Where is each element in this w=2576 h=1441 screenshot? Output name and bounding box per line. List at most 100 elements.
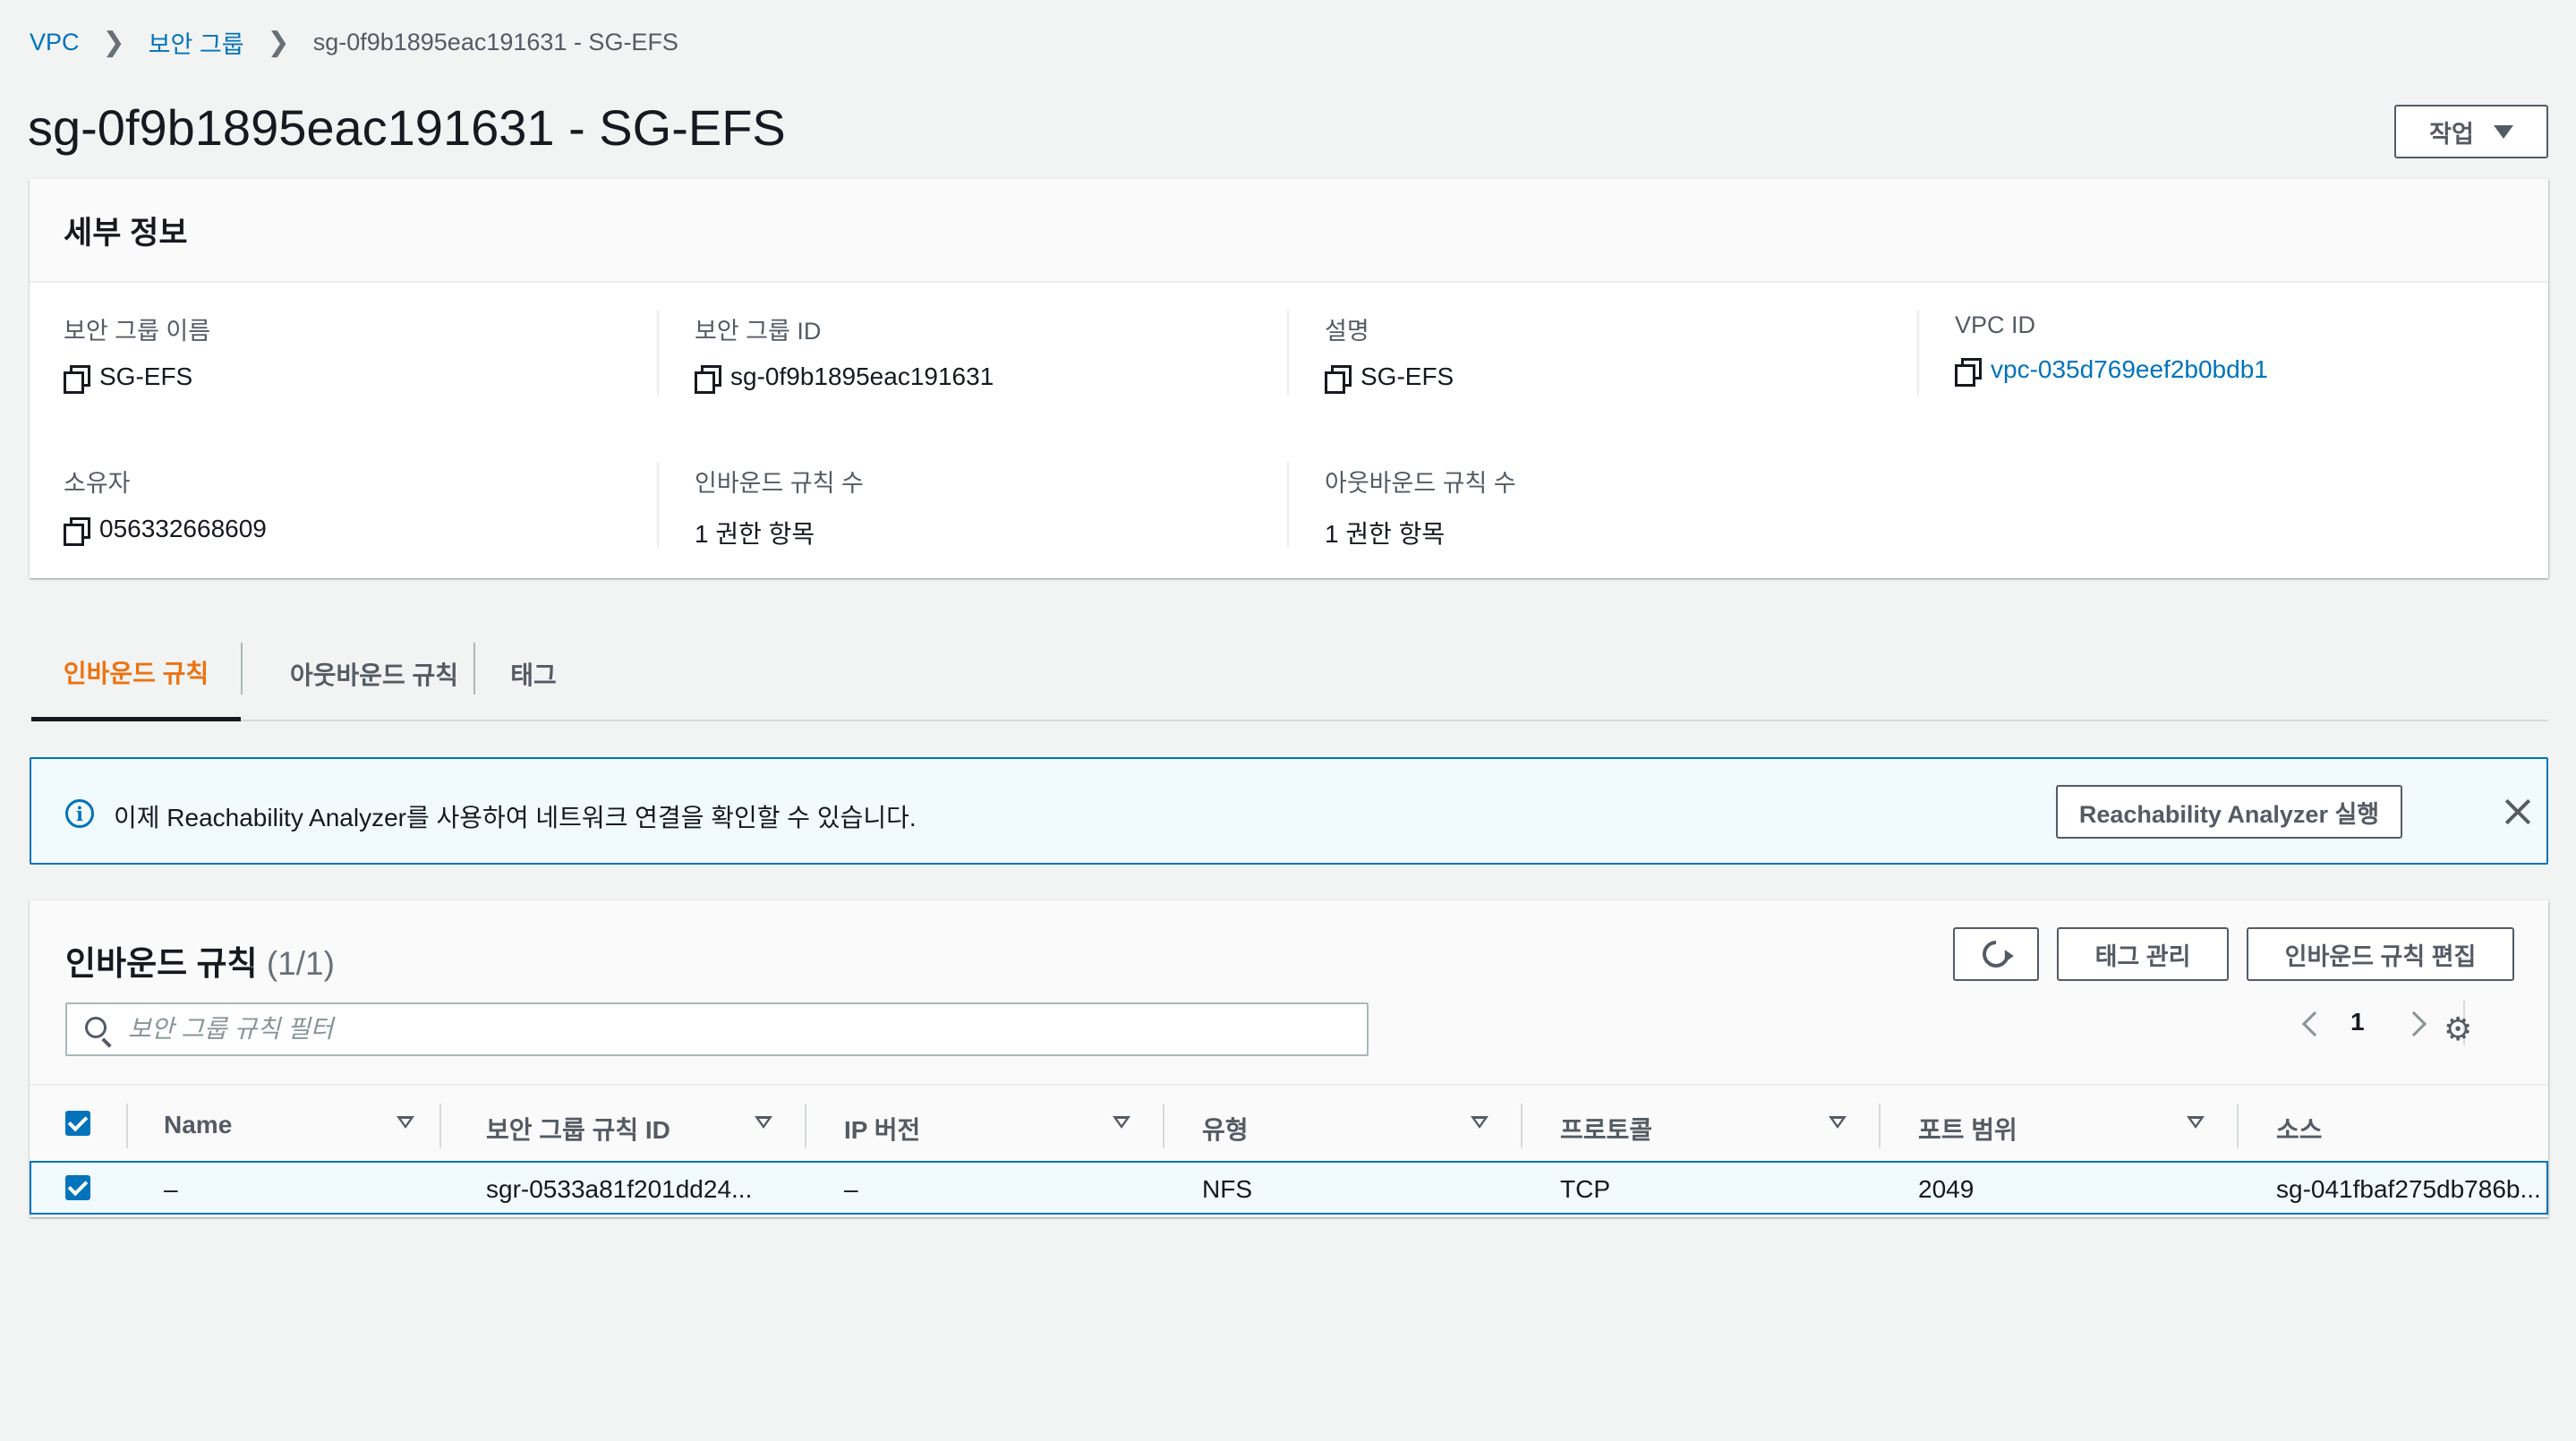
tabs: 인바운드 규칙 아웃바운드 규칙 태그: [31, 627, 2548, 721]
tab-inbound-rules[interactable]: 인바운드 규칙: [31, 627, 241, 721]
column-divider: [1163, 1104, 1164, 1148]
details-header: 세부 정보: [30, 179, 2548, 283]
field-label: 소유자: [64, 470, 131, 497]
column-protocol[interactable]: 프로토콜: [1560, 1111, 1652, 1147]
field-value: SG-EFS: [1325, 362, 1454, 394]
caret-down-icon: [2493, 124, 2513, 139]
details-panel: 세부 정보 보안 그룹 이름 SG-EFS 보안 그룹 ID sg-0f9b18…: [30, 179, 2548, 578]
field-label: 설명: [1325, 318, 1369, 345]
cell-type: NFS: [1202, 1175, 1252, 1203]
cell-source: sg-041fbaf275db786b...: [2276, 1175, 2541, 1203]
breadcrumb-vpc[interactable]: VPC: [30, 29, 80, 56]
rules-filter: [65, 1002, 1369, 1056]
column-divider: [1879, 1104, 1881, 1148]
field-inbound-rule-count: 인바운드 규칙 수 1 권한 항목: [695, 464, 864, 550]
owner-value: 056332668609: [99, 515, 267, 542]
field-outbound-rule-count: 아웃바운드 규칙 수 1 권한 항목: [1325, 464, 1516, 550]
divider: [657, 310, 659, 396]
field-value: SG-EFS: [64, 362, 210, 394]
inbound-rules-panel: 인바운드 규칙 (1/1) 태그 관리 인바운드 규칙 편집 1 Name 보안…: [30, 900, 2548, 1217]
field-label: 인바운드 규칙 수: [695, 470, 864, 497]
field-label: VPC ID: [1955, 311, 2036, 338]
refresh-icon: [1976, 934, 2016, 974]
chevron-left-icon[interactable]: [2301, 1010, 2328, 1037]
page-number[interactable]: 1: [2350, 1008, 2365, 1036]
column-port-range[interactable]: 포트 범위: [1918, 1111, 2017, 1147]
refresh-button[interactable]: [1953, 927, 2039, 981]
close-icon[interactable]: [2504, 798, 2531, 825]
description-value: SG-EFS: [1361, 362, 1454, 390]
breadcrumb-current: sg-0f9b1895eac191631 - SG-EFS: [312, 29, 678, 55]
column-ip-version[interactable]: IP 버전: [844, 1111, 920, 1147]
security-group-name-value: SG-EFS: [99, 362, 193, 390]
alert-message: 이제 Reachability Analyzer를 사용하여 네트워크 연결을 …: [114, 804, 917, 831]
divider: [1917, 310, 1919, 396]
column-divider: [1521, 1104, 1523, 1148]
page-title: sg-0f9b1895eac191631 - SG-EFS: [28, 99, 786, 156]
copy-icon[interactable]: [64, 365, 90, 394]
tab-outbound-rules[interactable]: 아웃바운드 규칙: [243, 627, 506, 721]
actions-button-label: 작업: [2429, 120, 2474, 148]
field-owner: 소유자 056332668609: [64, 464, 267, 546]
divider: [1287, 310, 1289, 396]
column-rule-id[interactable]: 보안 그룹 규칙 ID: [486, 1111, 670, 1147]
actions-button[interactable]: 작업: [2394, 105, 2548, 158]
manage-tags-button[interactable]: 태그 관리: [2057, 927, 2229, 981]
column-divider: [126, 1104, 128, 1148]
field-value: 056332668609: [64, 515, 267, 546]
select-all-checkbox[interactable]: [65, 1111, 90, 1136]
rules-count: (1/1): [266, 945, 335, 982]
sort-icon[interactable]: [1829, 1116, 1847, 1129]
field-value: sg-0f9b1895eac191631: [695, 362, 994, 394]
field-vpc-id: VPC ID vpc-035d769eef2b0bdb1: [1955, 311, 2268, 387]
details-title: 세부 정보: [64, 215, 188, 251]
info-icon: i: [65, 799, 94, 828]
field-security-group-name: 보안 그룹 이름 SG-EFS: [64, 311, 211, 394]
breadcrumb: VPC ❯ 보안 그룹 ❯ sg-0f9b1895eac191631 - SG-…: [30, 25, 678, 60]
copy-icon[interactable]: [695, 365, 721, 394]
column-divider: [439, 1104, 441, 1148]
cell-port-range: 2049: [1918, 1175, 1975, 1203]
sort-icon[interactable]: [1113, 1116, 1130, 1129]
tab-tags[interactable]: 태그: [475, 627, 592, 721]
cell-ip-version: –: [844, 1175, 858, 1203]
field-security-group-id: 보안 그룹 ID sg-0f9b1895eac191631: [695, 311, 994, 394]
outbound-rule-count-value: 1 권한 항목: [1325, 520, 1446, 548]
field-value: vpc-035d769eef2b0bdb1: [1955, 355, 2268, 387]
cell-rule-id: sgr-0533a81f201dd24...: [486, 1175, 753, 1203]
edit-inbound-rules-button[interactable]: 인바운드 규칙 편집: [2247, 927, 2514, 981]
column-type[interactable]: 유형: [1202, 1111, 1249, 1147]
sort-icon[interactable]: [2187, 1116, 2205, 1129]
reachability-analyzer-button[interactable]: Reachability Analyzer 실행: [2056, 785, 2402, 839]
field-label: 아웃바운드 규칙 수: [1325, 470, 1516, 497]
column-divider: [2237, 1104, 2239, 1148]
row-checkbox[interactable]: [65, 1175, 90, 1200]
chevron-right-icon: ❯: [267, 28, 290, 57]
field-label: 보안 그룹 이름: [64, 318, 211, 345]
sort-icon[interactable]: [755, 1116, 772, 1129]
divider: [1287, 462, 1289, 548]
table-row[interactable]: – sgr-0533a81f201dd24... – NFS TCP 2049 …: [30, 1161, 2548, 1215]
rules-heading: 인바운드 규칙 (1/1): [65, 936, 335, 985]
security-group-id-value: sg-0f9b1895eac191631: [730, 362, 994, 390]
copy-icon[interactable]: [1955, 358, 1982, 387]
table-header: Name 보안 그룹 규칙 ID IP 버전 유형 프로토콜 포트 범위 소스: [30, 1084, 2548, 1166]
sort-icon[interactable]: [1471, 1116, 1488, 1129]
vpc-id-link[interactable]: vpc-035d769eef2b0bdb1: [1991, 355, 2268, 384]
rules-filter-input[interactable]: [128, 1011, 1345, 1047]
search-icon: [85, 1017, 107, 1038]
column-name[interactable]: Name: [164, 1111, 232, 1139]
field-label: 보안 그룹 ID: [695, 318, 822, 345]
inbound-rule-count-value: 1 권한 항목: [695, 520, 815, 548]
divider: [657, 462, 659, 548]
sort-icon[interactable]: [397, 1116, 414, 1129]
copy-icon[interactable]: [1325, 365, 1352, 394]
column-source[interactable]: 소스: [2276, 1111, 2323, 1147]
cell-protocol: TCP: [1560, 1175, 1610, 1203]
cell-name: –: [164, 1175, 178, 1203]
chevron-right-icon[interactable]: [2401, 1010, 2427, 1037]
copy-icon[interactable]: [64, 517, 90, 546]
info-alert: i 이제 Reachability Analyzer를 사용하여 네트워크 연결…: [30, 757, 2548, 865]
breadcrumb-security-groups[interactable]: 보안 그룹: [149, 25, 244, 60]
settings-gear-icon[interactable]: ⚙: [2444, 1013, 2472, 1045]
